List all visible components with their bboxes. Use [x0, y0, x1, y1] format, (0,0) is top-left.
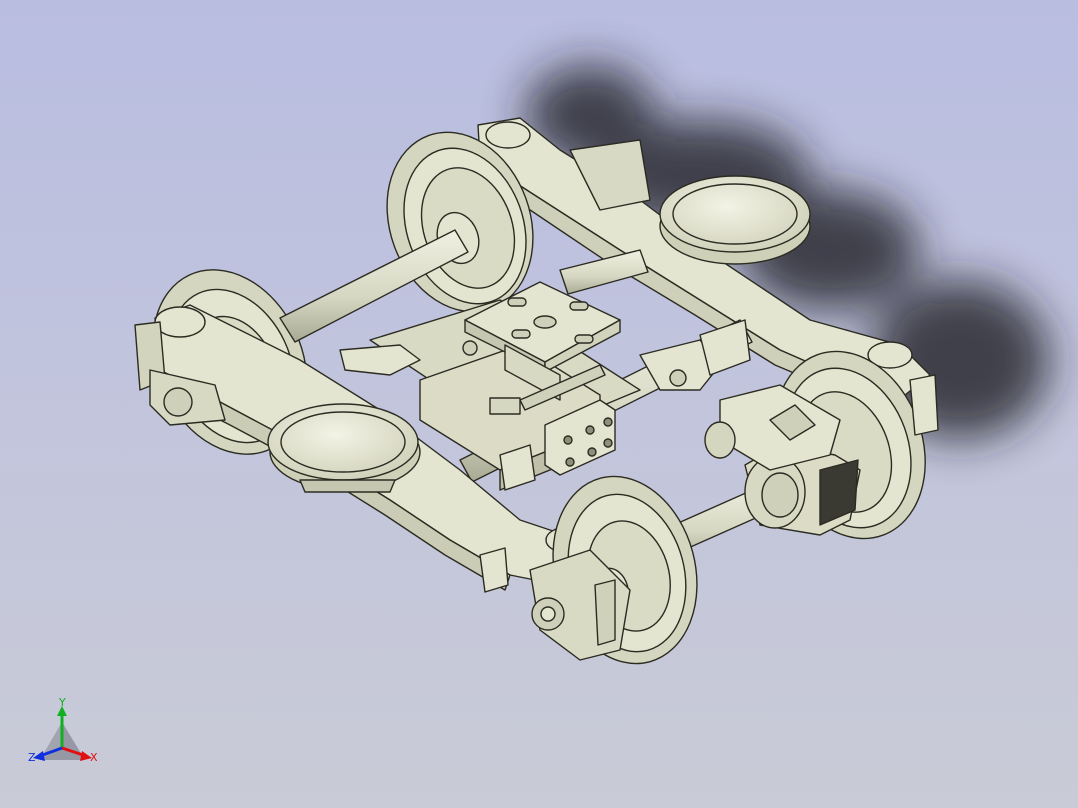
graphics-viewport[interactable]: Y X Z: [0, 0, 1078, 808]
bogie-model-render[interactable]: [0, 0, 1078, 808]
triad-z-label: Z: [28, 751, 36, 764]
side-bearer-pad-front[interactable]: [267, 403, 421, 493]
triad-x-label: X: [90, 751, 98, 764]
view-triad[interactable]: [33, 706, 92, 761]
triad-y-label: Y: [59, 696, 66, 709]
side-bearer-pad-back[interactable]: [659, 175, 811, 265]
